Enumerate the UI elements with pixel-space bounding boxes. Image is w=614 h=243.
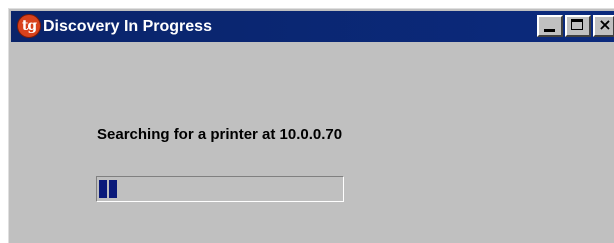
minimize-icon <box>544 29 555 32</box>
minimize-button[interactable] <box>537 15 563 37</box>
maximize-icon <box>571 19 583 30</box>
maximize-button[interactable] <box>565 15 591 37</box>
close-button[interactable]: × <box>593 15 614 37</box>
progress-block <box>109 180 117 198</box>
status-message: Searching for a printer at 10.0.0.70 <box>97 126 343 143</box>
close-icon: × <box>598 15 612 34</box>
title-bar[interactable]: tg Discovery In Progress × <box>11 11 614 42</box>
progress-block <box>99 180 107 198</box>
progress-track <box>99 180 341 198</box>
app-icon[interactable]: tg <box>17 14 41 38</box>
discovery-dialog: tg Discovery In Progress × Searching for… <box>8 8 614 243</box>
window-title: Discovery In Progress <box>43 18 212 35</box>
window-controls: × <box>537 15 614 37</box>
progress-bar <box>96 176 344 202</box>
